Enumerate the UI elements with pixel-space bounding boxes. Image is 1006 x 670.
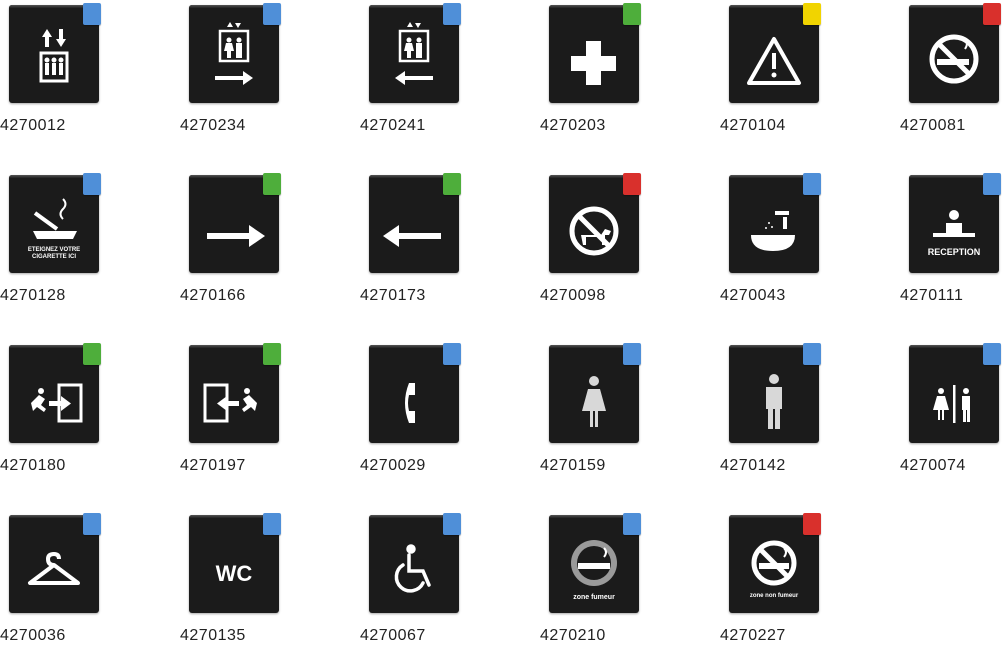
sign-plate [189, 3, 281, 103]
product-code: 4270241 [360, 117, 426, 134]
reception-icon: RECEPTION [928, 210, 981, 257]
sign-plate: ETEIGNEZ VOTRE CIGARETTE ICI [9, 173, 101, 273]
man-icon [766, 374, 782, 429]
sign-item[interactable]: 4270067 [360, 510, 480, 670]
sign-item[interactable]: zone fumeur 4270210 [540, 510, 660, 670]
product-code: 4270142 [720, 457, 786, 474]
sign-item[interactable]: 4270142 [720, 340, 840, 500]
warning-triangle-icon [747, 37, 801, 85]
sign-plate [549, 3, 641, 103]
elevator-icon [39, 29, 69, 83]
wheelchair-icon [394, 544, 431, 593]
caption-line: RECEPTION [928, 247, 981, 257]
arrow-right-icon [207, 225, 265, 247]
wc-icon: WC [216, 561, 253, 586]
non-smoking-zone-icon: zone non fumeur [750, 540, 799, 599]
extinguish-cigarette-icon: ETEIGNEZ VOTRE CIGARETTE ICI [28, 198, 80, 260]
product-code: 4270012 [0, 117, 66, 134]
sign-item[interactable]: WC 4270135 [180, 510, 300, 670]
no-smoking-icon [929, 34, 979, 84]
sign-item[interactable]: 4270173 [360, 170, 480, 330]
no-dogs-icon [569, 206, 619, 256]
product-code: 4270104 [720, 117, 786, 134]
product-code: 4270210 [540, 627, 606, 644]
sign-item[interactable]: 4270012 [0, 0, 120, 160]
sign-plate [369, 3, 461, 103]
sign-item[interactable]: 4270234 [180, 0, 300, 160]
telephone-icon [405, 383, 415, 423]
sign-plate [189, 343, 281, 443]
product-code: 4270029 [360, 457, 426, 474]
sign-item[interactable]: 4270098 [540, 170, 660, 330]
product-code: 4270173 [360, 287, 426, 304]
product-code: 4270203 [540, 117, 606, 134]
sign-plate [369, 343, 461, 443]
sign-item[interactable]: 4270104 [720, 0, 840, 160]
sign-plate: zone non fumeur [729, 513, 821, 613]
caption-line: WC [216, 561, 253, 586]
product-code: 4270111 [900, 287, 964, 304]
product-code: 4270043 [720, 287, 786, 304]
sign-item[interactable]: 4270197 [180, 340, 300, 500]
product-code: 4270180 [0, 457, 66, 474]
product-code: 4270159 [540, 457, 606, 474]
sign-item[interactable]: 4270081 [900, 0, 1006, 160]
product-code: 4270036 [0, 627, 66, 644]
product-code: 4270166 [180, 287, 246, 304]
elevator-left-icon [395, 22, 433, 85]
sign-item[interactable]: 4270241 [360, 0, 480, 160]
smoking-zone-icon: zone fumeur [571, 540, 617, 601]
toilets-man-woman-icon [933, 385, 970, 423]
sign-plate [729, 3, 821, 103]
sign-plate [729, 343, 821, 443]
sign-plate [549, 173, 641, 273]
sign-plate: RECEPTION [909, 173, 1001, 273]
washbasin-icon [751, 211, 795, 251]
coat-hanger-icon [28, 552, 80, 585]
emergency-exit-left-icon [203, 383, 257, 423]
elevator-right-icon [215, 22, 253, 85]
sign-item[interactable]: 4270166 [180, 170, 300, 330]
product-code: 4270227 [720, 627, 786, 644]
sign-item[interactable]: RECEPTION 4270111 [900, 170, 1006, 330]
sign-item[interactable]: 4270159 [540, 340, 660, 500]
sign-plate [369, 173, 461, 273]
sign-plate: zone fumeur [549, 513, 641, 613]
first-aid-cross-icon [571, 41, 616, 85]
sign-item[interactable]: ETEIGNEZ VOTRE CIGARETTE ICI 4270128 [0, 170, 120, 330]
product-code: 4270197 [180, 457, 246, 474]
caption-line: zone fumeur [573, 594, 615, 601]
sign-plate [9, 513, 101, 613]
caption-line: zone non fumeur [750, 593, 799, 599]
product-code: 4270128 [0, 287, 66, 304]
sign-plate [909, 343, 1001, 443]
sign-item[interactable]: 4270203 [540, 0, 660, 160]
arrow-left-icon [383, 225, 441, 247]
product-code: 4270234 [180, 117, 246, 134]
sign-plate [369, 513, 461, 613]
sign-item[interactable]: 4270180 [0, 340, 120, 500]
sign-plate [9, 3, 101, 103]
sign-plate [549, 343, 641, 443]
sign-item[interactable]: 4270029 [360, 340, 480, 500]
sign-item[interactable]: 4270074 [900, 340, 1006, 500]
product-code: 4270074 [900, 457, 966, 474]
caption-line: ETEIGNEZ VOTRE [28, 247, 80, 253]
sign-plate [909, 3, 1001, 103]
caption-line: CIGARETTE ICI [32, 254, 76, 260]
sign-plate [9, 343, 101, 443]
emergency-exit-right-icon [31, 383, 83, 423]
sign-item[interactable]: zone non fumeur 4270227 [720, 510, 840, 670]
sign-catalog-grid: 4270012 4270234 4270241 4270203 4270104 … [0, 0, 1006, 650]
sign-plate: WC [189, 513, 281, 613]
sign-item[interactable]: 4270043 [720, 170, 840, 330]
product-code: 4270081 [900, 117, 966, 134]
product-code: 4270067 [360, 627, 426, 644]
sign-plate [189, 173, 281, 273]
product-code: 4270135 [180, 627, 246, 644]
sign-item[interactable]: 4270036 [0, 510, 120, 670]
sign-plate [729, 173, 821, 273]
product-code: 4270098 [540, 287, 606, 304]
woman-icon [582, 376, 606, 427]
